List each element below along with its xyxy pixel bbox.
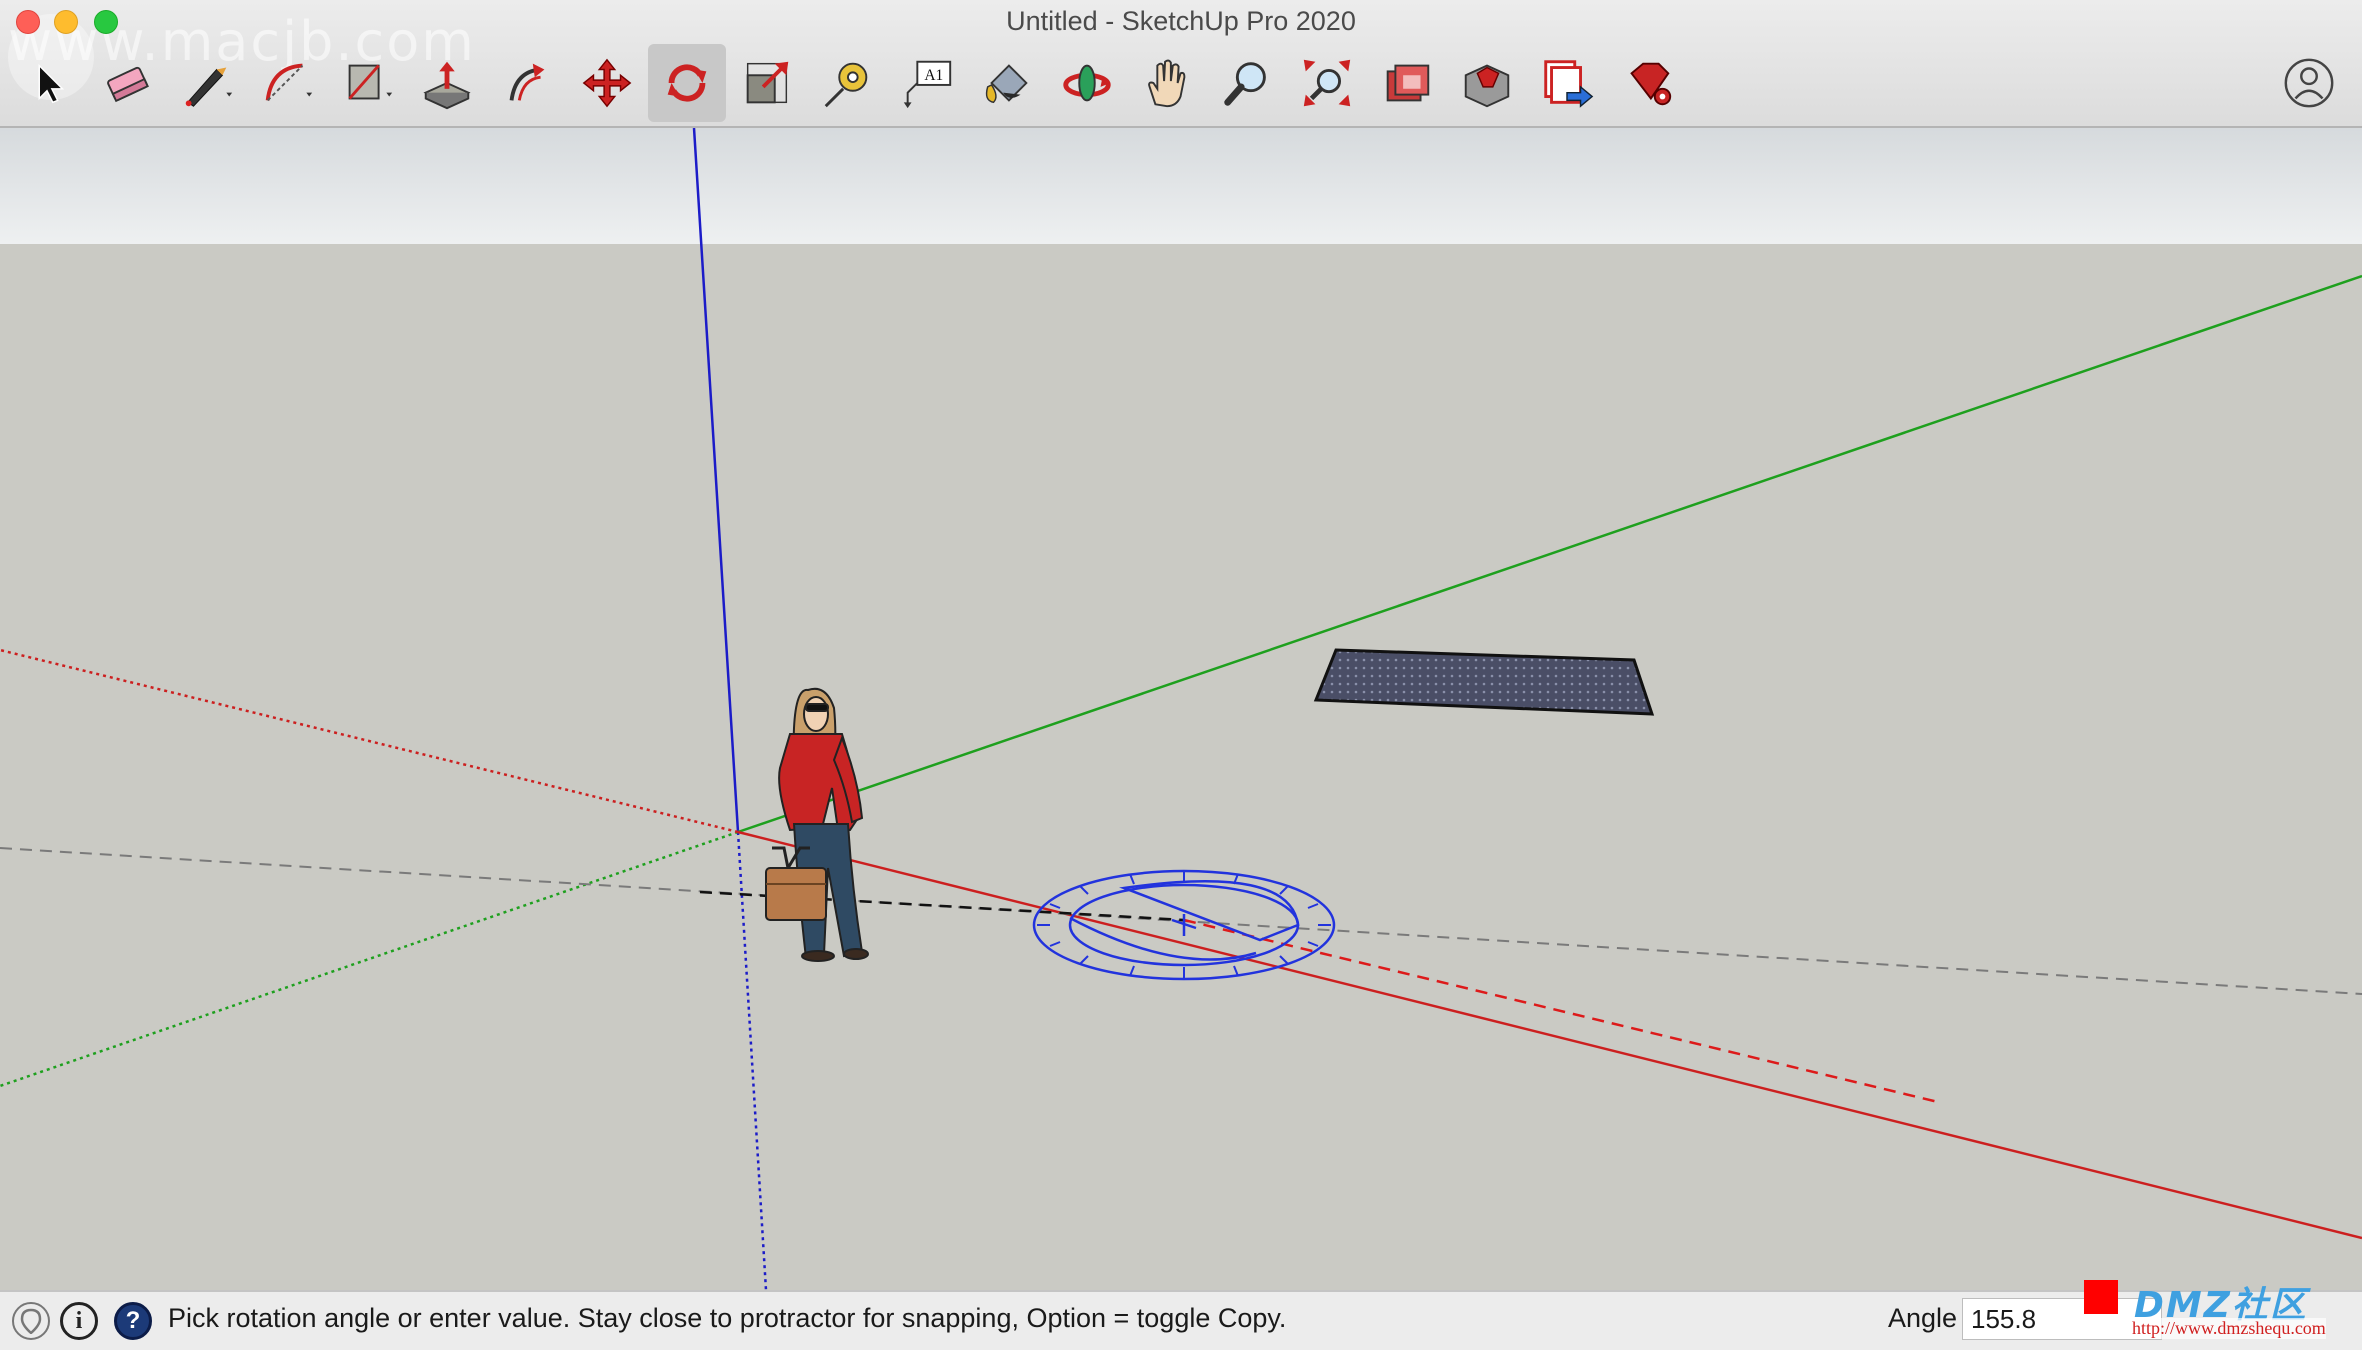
rotate-protractor-icon <box>1032 869 1336 981</box>
paint-bucket-tool-icon[interactable] <box>968 44 1046 122</box>
rotation-angle-line <box>1183 918 1939 1104</box>
rectangle-component <box>1313 648 1655 716</box>
eraser-tool-icon[interactable] <box>88 44 166 122</box>
drawing-viewport[interactable] <box>0 128 2362 1290</box>
extension-manager-tool-icon[interactable] <box>1608 44 1686 122</box>
status-message: Pick rotation angle or enter value. Stay… <box>168 1303 1287 1333</box>
status-bar: i ? Pick rotation angle or enter value. … <box>0 1290 2362 1350</box>
offset-tool-icon[interactable] <box>488 44 566 122</box>
rotate-tool-icon[interactable] <box>648 44 726 122</box>
text-tool-icon[interactable]: A1 <box>888 44 966 122</box>
red-axis-negative <box>0 648 739 834</box>
push-pull-tool-icon[interactable] <box>408 44 486 122</box>
scale-figure-person <box>765 687 869 962</box>
blue-axis-positive <box>692 128 740 833</box>
zoom-tool-icon[interactable] <box>1208 44 1286 122</box>
window-title: Untitled - SketchUp Pro 2020 <box>1006 6 1356 36</box>
arc-tool-icon[interactable] <box>248 44 326 122</box>
scale-tool-icon[interactable] <box>728 44 806 122</box>
help-icon[interactable]: ? <box>114 1302 152 1340</box>
site-url: http://www.dmzshequ.com <box>2132 1318 2326 1339</box>
credits-icon[interactable]: i <box>60 1302 98 1340</box>
rectangle-tool-icon[interactable] <box>328 44 406 122</box>
orbit-tool-icon[interactable] <box>1048 44 1126 122</box>
toolbar-area: www.macjb.com Untitled - SketchUp Pro 20… <box>0 0 2362 128</box>
zoom-extents-tool-icon[interactable] <box>1288 44 1366 122</box>
blue-axis-negative <box>736 831 768 1290</box>
geo-location-icon[interactable] <box>12 1302 50 1340</box>
red-axis-positive <box>737 830 2362 1240</box>
move-tool-icon[interactable] <box>568 44 646 122</box>
select-tool-icon[interactable] <box>8 44 86 122</box>
site-logo-icon <box>2084 1280 2118 1314</box>
measurements-label: Angle <box>1888 1303 1958 1333</box>
warehouse-tool-icon[interactable] <box>1368 44 1446 122</box>
account-icon[interactable] <box>2270 44 2348 122</box>
line-tool-icon[interactable] <box>168 44 246 122</box>
svg-text:A1: A1 <box>924 67 943 84</box>
pan-tool-icon[interactable] <box>1128 44 1206 122</box>
extension-warehouse-tool-icon[interactable] <box>1448 44 1526 122</box>
send-to-layout-tool-icon[interactable] <box>1528 44 1606 122</box>
green-axis-positive <box>737 274 2362 834</box>
tape-measure-tool-icon[interactable] <box>808 44 886 122</box>
